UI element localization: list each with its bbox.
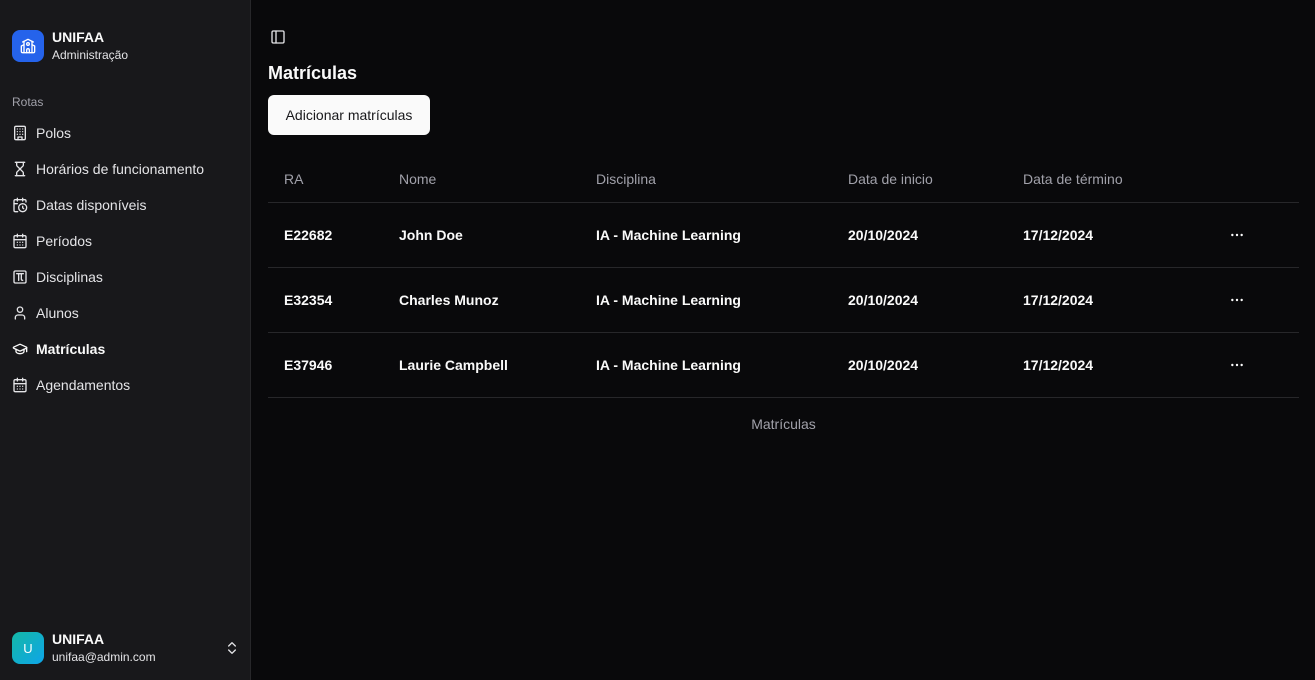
sidebar-nav: Polos Horários de funcionamento Datas di… (8, 115, 242, 403)
user-icon (12, 305, 28, 321)
add-matriculas-button[interactable]: Adicionar matrículas (268, 95, 430, 135)
column-header-ra: RA (284, 170, 304, 187)
square-pi-icon (12, 269, 28, 285)
cell-data-termino: 17/12/2024 (1023, 227, 1094, 243)
sidebar-item-label: Datas disponíveis (36, 197, 147, 213)
hourglass-icon (12, 161, 28, 177)
table-row: E22682 John Doe IA - Machine Learning 20… (268, 203, 1299, 268)
sidebar-item-polos[interactable]: Polos (8, 115, 242, 151)
calendar-days-icon (12, 233, 28, 249)
cell-nome: Charles Munoz (399, 292, 499, 308)
sidebar-item-label: Agendamentos (36, 377, 131, 393)
main-content: Matrículas Adicionar matrículas RA Nome … (252, 0, 1315, 680)
row-actions-icon[interactable] (1228, 356, 1246, 374)
building-icon (12, 125, 28, 141)
user-menu[interactable]: U UNIFAA unifaa@admin.com (12, 631, 240, 665)
row-actions-icon[interactable] (1228, 226, 1246, 244)
user-name: UNIFAA (52, 631, 105, 647)
column-header-data-inicio: Data de inicio (848, 170, 933, 187)
calendar-icon (12, 377, 28, 393)
sidebar-item-disciplinas[interactable]: Disciplinas (8, 259, 242, 295)
table-header: RA Nome Disciplina Data de inicio Data d… (268, 155, 1299, 203)
table-row: E32354 Charles Munoz IA - Machine Learni… (268, 268, 1299, 333)
sidebar-item-datas[interactable]: Datas disponíveis (8, 187, 242, 223)
avatar: U (12, 632, 44, 664)
school-icon (12, 30, 44, 62)
cell-data-inicio: 20/10/2024 (848, 292, 919, 308)
brand-header[interactable]: UNIFAA Administração (12, 29, 128, 63)
sidebar-item-matriculas[interactable]: Matrículas (8, 331, 242, 367)
sidebar-item-periodos[interactable]: Períodos (8, 223, 242, 259)
sidebar-item-alunos[interactable]: Alunos (8, 295, 242, 331)
column-header-nome: Nome (399, 170, 437, 187)
chevrons-up-down-icon[interactable] (224, 640, 240, 656)
sidebar-toggle-icon[interactable] (270, 29, 286, 45)
cell-data-inicio: 20/10/2024 (848, 227, 919, 243)
graduation-cap-icon (12, 341, 28, 357)
page-title: Matrículas (268, 63, 358, 83)
cell-data-termino: 17/12/2024 (1023, 357, 1094, 373)
cell-nome: John Doe (399, 227, 463, 243)
cell-disciplina: IA - Machine Learning (596, 227, 741, 243)
sidebar-item-label: Matrículas (36, 341, 106, 357)
cell-data-inicio: 20/10/2024 (848, 357, 919, 373)
calendar-clock-icon (12, 197, 28, 213)
cell-disciplina: IA - Machine Learning (596, 292, 741, 308)
cell-nome: Laurie Campbell (399, 357, 508, 373)
table-caption: Matrículas (751, 416, 816, 432)
sidebar-item-label: Disciplinas (36, 269, 103, 285)
row-actions-icon[interactable] (1228, 291, 1246, 309)
sidebar-item-label: Polos (36, 125, 72, 141)
sidebar-item-label: Períodos (36, 233, 93, 249)
cell-disciplina: IA - Machine Learning (596, 357, 741, 373)
brand-subtitle: Administração (52, 48, 129, 62)
sidebar: UNIFAA Administração Rotas Polos Horário… (0, 0, 251, 680)
cell-data-termino: 17/12/2024 (1023, 292, 1094, 308)
matriculas-table: RA Nome Disciplina Data de inicio Data d… (268, 155, 1299, 398)
sidebar-item-agendamentos[interactable]: Agendamentos (8, 367, 242, 403)
sidebar-item-horarios[interactable]: Horários de funcionamento (8, 151, 242, 187)
cell-ra: E22682 (284, 227, 333, 243)
column-header-disciplina: Disciplina (596, 170, 656, 187)
user-email: unifaa@admin.com (52, 650, 156, 664)
column-header-data-termino: Data de término (1023, 170, 1123, 187)
sidebar-item-label: Horários de funcionamento (36, 161, 205, 177)
brand-name: UNIFAA (52, 29, 105, 45)
nav-group-label: Rotas (12, 95, 44, 109)
table-row: E37946 Laurie Campbell IA - Machine Lear… (268, 333, 1299, 398)
cell-ra: E32354 (284, 292, 333, 308)
sidebar-item-label: Alunos (36, 305, 79, 321)
cell-ra: E37946 (284, 357, 333, 373)
